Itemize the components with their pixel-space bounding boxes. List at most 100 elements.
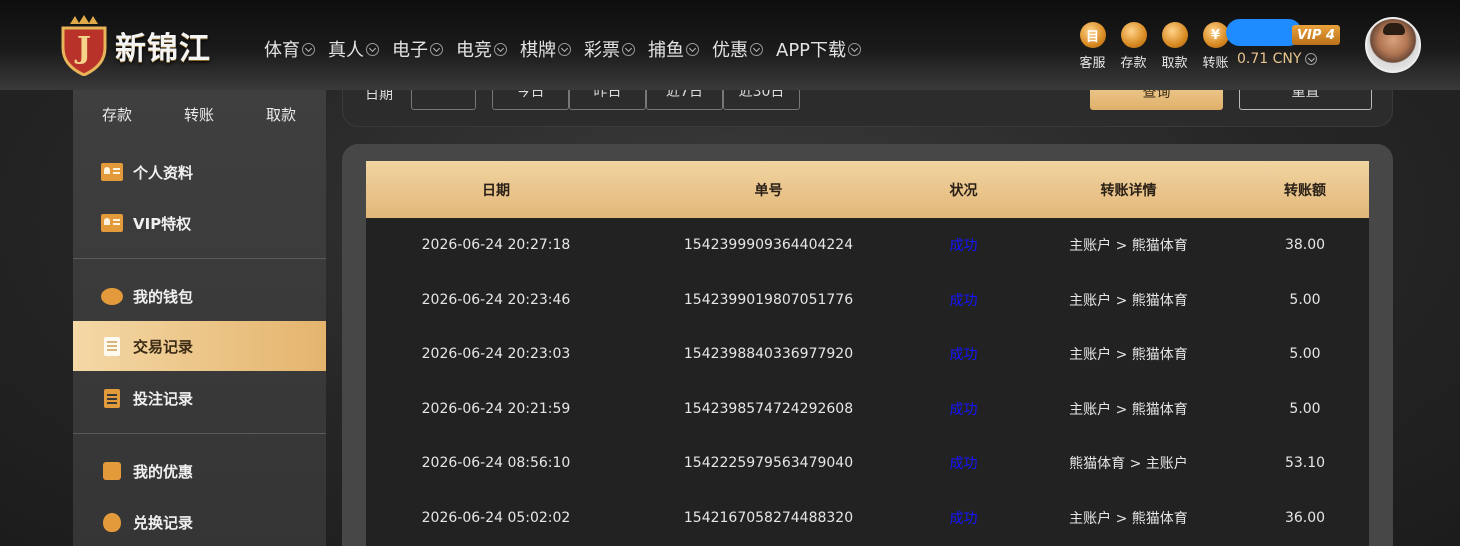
col-date-header: 日期	[482, 182, 510, 199]
sidebar-item-label: 兑换记录	[133, 513, 194, 532]
col-order-header: 单号	[754, 182, 783, 199]
chevron-down-icon	[848, 42, 862, 56]
sidebar-item-redeem[interactable]: 兑换记录	[73, 497, 326, 546]
cell-status[interactable]: 成功	[911, 491, 1016, 545]
nav-item-label: 电竞	[456, 40, 492, 61]
balance-display[interactable]: 0.71 CNY	[1237, 51, 1318, 67]
sidebar: 存款 转账 取款 个人资料 VIP特权 我的钱包 交易记录 投注记录 我的优惠 …	[73, 90, 326, 546]
sidebar-item-label: 个人资料	[133, 163, 194, 182]
sidebar-item-vip[interactable]: VIP特权	[73, 198, 326, 248]
cell-date: 2026-06-24 20:23:46	[421, 291, 571, 308]
nav-item[interactable]: 棋牌	[520, 36, 571, 62]
cell-amount: 5.00	[1289, 291, 1321, 308]
sidebar-divider	[73, 433, 326, 434]
chevron-down-icon	[558, 42, 571, 56]
header-action-label: 客服	[1079, 56, 1106, 71]
cell-status[interactable]: 成功	[911, 382, 1016, 436]
main-nav: 体育 真人 电子 电竞 棋牌 彩票 捕鱼 优惠 APP下载	[264, 36, 874, 62]
header-action-2[interactable]: 取款	[1154, 22, 1195, 71]
table-row: 2026-06-24 05:02:02 1542167058274488320 成功…	[366, 491, 1369, 545]
profile-card-icon	[101, 163, 123, 181]
filter-bar: 日期 今日 昨日 近7日 近30日 查询 重置	[342, 90, 1393, 127]
header-action-label: 存款	[1120, 56, 1147, 71]
cell-date: 2026-06-24 08:56:10	[421, 455, 571, 471]
date-range-30days[interactable]: 近30日	[723, 90, 800, 110]
cell-amount: 36.00	[1284, 509, 1326, 526]
chevron-down-icon	[366, 42, 379, 56]
cell-amount: 5.00	[1289, 400, 1321, 417]
header-actions: 目客服 存款 取款 ¥ 转账	[1072, 22, 1236, 71]
cell-date: 2026-06-24 20:27:18	[421, 237, 571, 253]
sidebar-item-promotions[interactable]: 我的优惠	[73, 446, 326, 496]
nav-item[interactable]: 电子	[392, 36, 443, 62]
nav-item[interactable]: 体育	[264, 36, 315, 62]
nav-item-label: 电子	[392, 40, 428, 61]
brand-logo[interactable]: J 新锦江	[57, 14, 211, 77]
sidebar-item-wallet[interactable]: 我的钱包	[73, 271, 326, 321]
nav-item-label: 捕鱼	[648, 40, 684, 61]
cell-status[interactable]: 成功	[911, 436, 1016, 490]
balance-value: 0.71 CNY	[1237, 51, 1302, 67]
date-range-yesterday[interactable]: 昨日	[569, 90, 646, 110]
cell-order-no: 1542398574724292608	[683, 400, 854, 417]
nav-item-label: 真人	[328, 40, 364, 61]
cell-date: 2026-06-24 05:02:02	[421, 509, 571, 526]
cell-status[interactable]: 成功	[911, 273, 1016, 327]
nav-item[interactable]: 捕鱼	[648, 36, 699, 62]
col-amount-header: 转账额	[1284, 182, 1326, 199]
reset-button[interactable]: 重置	[1239, 90, 1372, 110]
sidebar-item-bets[interactable]: 投注记录	[73, 373, 326, 423]
sidebar-item-profile[interactable]: 个人资料	[73, 147, 326, 197]
header-action-label: 转账	[1202, 56, 1229, 71]
header-action-1[interactable]: 存款	[1113, 22, 1154, 71]
cell-status[interactable]: 成功	[911, 327, 1016, 381]
filter-date-label: 日期	[365, 90, 393, 103]
cell-date: 2026-06-24 20:21:59	[421, 400, 571, 417]
date-range-7days[interactable]: 近7日	[646, 90, 723, 110]
svg-text:J: J	[74, 31, 91, 66]
header-action-0[interactable]: 目客服	[1072, 22, 1113, 71]
nav-item-label: 体育	[264, 40, 300, 61]
document-icon	[104, 336, 120, 356]
cell-order-no: 1542225979563479040	[683, 455, 854, 471]
nav-item[interactable]: APP下载	[776, 36, 862, 62]
table-row: 2026-06-24 20:23:46 1542399019807051776 成功…	[366, 273, 1369, 327]
nav-item[interactable]: 真人	[328, 36, 379, 62]
avatar[interactable]	[1365, 17, 1421, 73]
nav-item[interactable]: 优惠	[712, 36, 763, 62]
nav-item[interactable]: 彩票	[584, 36, 635, 62]
cell-transfer-detail: 主账户 > 熊猫体育	[1069, 292, 1188, 309]
date-range-today[interactable]: 今日	[492, 90, 569, 110]
sidebar-item-transactions[interactable]: 交易记录	[73, 321, 326, 371]
sidebar-quick-actions: 存款 转账 取款	[73, 90, 326, 134]
quick-transfer[interactable]: 转账	[184, 104, 214, 125]
sidebar-divider	[73, 258, 326, 259]
query-button[interactable]: 查询	[1090, 90, 1223, 110]
cell-order-no: 1542399019807051776	[683, 291, 854, 308]
col-status-header: 状况	[949, 182, 978, 199]
chevron-down-icon	[430, 42, 443, 56]
chevron-down-icon	[1305, 53, 1318, 65]
quick-withdraw[interactable]: 取款	[266, 104, 296, 125]
quick-deposit[interactable]: 存款	[102, 104, 132, 125]
username-badge[interactable]	[1226, 19, 1302, 46]
cell-transfer-detail: 主账户 > 熊猫体育	[1069, 347, 1188, 363]
wallet-icon	[1120, 22, 1147, 48]
table-row: 2026-06-24 08:56:10 1542225979563479040 成功…	[366, 436, 1369, 490]
money-bag-icon	[103, 512, 121, 532]
cell-status[interactable]: 成功	[911, 218, 1016, 272]
cell-order-no: 1542399909364404224	[683, 237, 854, 253]
sidebar-item-label: 我的钱包	[133, 287, 194, 306]
nav-item-label: 彩票	[584, 40, 620, 61]
top-header: J 新锦江 体育 真人 电子 电竞 棋牌 彩票 捕鱼 优惠 APP下载 目客服 存款 取款 ¥ 转账 V…	[0, 0, 1460, 90]
date-select[interactable]	[411, 90, 476, 110]
table-row: 2026-06-24 20:23:03 1542398840336977920 成功…	[366, 327, 1369, 381]
cell-transfer-detail: 熊猫体育 > 主账户	[1069, 456, 1188, 472]
withdraw-icon	[1161, 22, 1188, 48]
gift-icon	[103, 462, 121, 480]
nav-item[interactable]: 电竞	[456, 36, 507, 62]
header-action-label: 取款	[1161, 56, 1188, 71]
col-detail-header: 转账详情	[1100, 182, 1157, 199]
vip-level-badge: VIP 4	[1292, 25, 1340, 45]
chevron-down-icon	[302, 42, 315, 56]
